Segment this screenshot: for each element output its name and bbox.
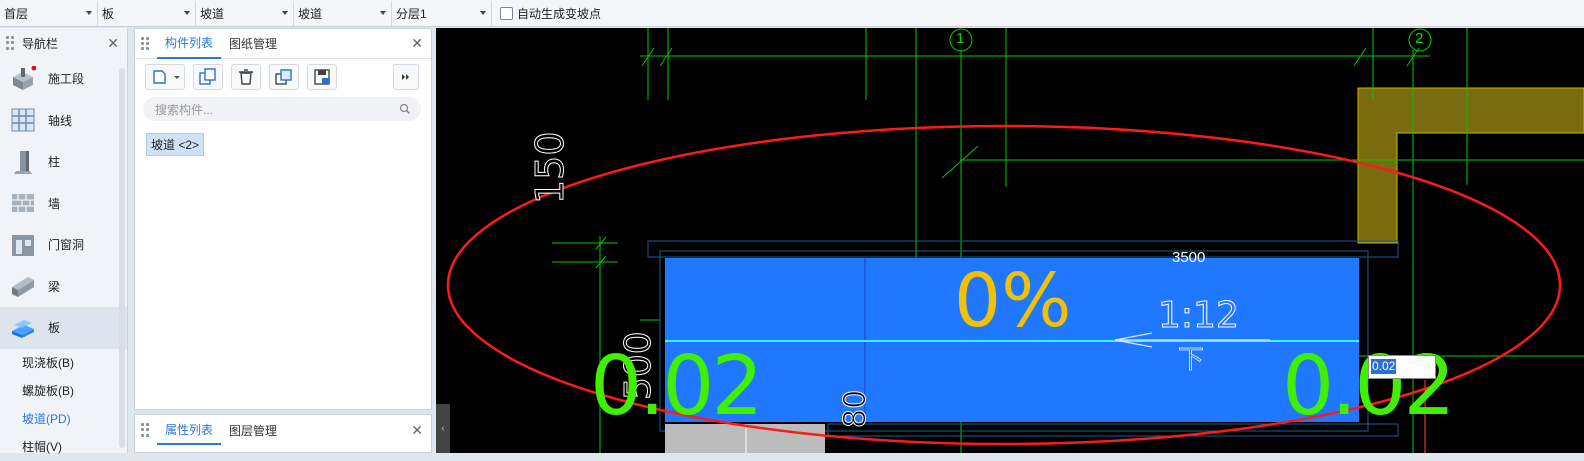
- layer-select-value: 分层1: [396, 6, 427, 21]
- navigation-scrollbar[interactable]: [119, 68, 125, 448]
- chevron-down-icon: [480, 10, 486, 15]
- component-search[interactable]: 搜索构件...: [143, 97, 421, 121]
- chevron-down-icon: [184, 10, 190, 15]
- auto-slope-point-option[interactable]: 自动生成变坡点: [500, 5, 601, 22]
- nav-item-label: 板: [48, 321, 61, 336]
- auto-slope-point-checkbox[interactable]: [500, 6, 513, 20]
- property-panel: 属性列表 图层管理 ✕: [134, 414, 432, 453]
- component-list-panel: 构件列表 图纸管理 ✕ 搜索构件... 坡道 <2>: [134, 28, 432, 410]
- tab-component-list[interactable]: 构件列表: [157, 29, 222, 59]
- drawing-canvas[interactable]: 1 2 3500 150 500 0% 1:12 下 0.02 0.02 80: [436, 28, 1584, 453]
- navigation-panel-title: 导航栏: [22, 36, 59, 51]
- axis-label-1: 1: [956, 30, 965, 47]
- axis-label-2: 2: [1415, 30, 1424, 47]
- nav-item-slab[interactable]: 板: [0, 307, 127, 349]
- nav-item-label: 轴线: [48, 113, 73, 128]
- category-select[interactable]: 板: [98, 0, 196, 26]
- nav-item-label: 柱: [48, 155, 61, 170]
- category-select-value: 板: [102, 6, 115, 21]
- component-list-item[interactable]: 坡道 <2>: [146, 133, 205, 156]
- component-select[interactable]: 坡道: [294, 0, 392, 26]
- property-panel-tabs: 属性列表 图层管理 ✕: [135, 415, 431, 445]
- nav-item-door-window[interactable]: 门窗洞: [0, 224, 127, 266]
- wall-icon: [10, 190, 36, 216]
- dimension-bottom-80: 80: [838, 389, 874, 428]
- nav-item-wall[interactable]: 墙: [0, 183, 127, 225]
- new-component-button[interactable]: [145, 64, 185, 90]
- door-window-icon: [10, 232, 36, 258]
- component-panel-tabs: 构件列表 图纸管理 ✕: [135, 29, 431, 59]
- nav-item-label: 施工段: [48, 72, 85, 87]
- close-icon[interactable]: ✕: [411, 422, 423, 439]
- sub-item-spiral-slab[interactable]: 螺旋板(B): [0, 377, 127, 405]
- floor-select[interactable]: 首层: [0, 0, 98, 26]
- navigation-panel: 导航栏 ✕ 施工段 轴线 柱 墙 门窗洞 梁 板 现浇板(B) 螺旋板(B) 坡…: [0, 28, 128, 454]
- sub-item-ramp[interactable]: 坡道(PD): [0, 405, 127, 433]
- slope-ratio: 1:12: [1158, 295, 1240, 336]
- tab-layer-management[interactable]: 图层管理: [221, 415, 285, 445]
- nav-item-beam[interactable]: 梁: [0, 266, 127, 308]
- chevron-down-icon: [86, 10, 92, 15]
- tab-drawing-management[interactable]: 图纸管理: [221, 29, 285, 59]
- slope-percent: 0%: [954, 258, 1072, 344]
- sub-item-cast-slab[interactable]: 现浇板(B): [0, 349, 127, 377]
- top-toolbar: 首层 板 坡道 坡道 分层1 自动生成变坡点: [0, 0, 1584, 27]
- column-shape: [1357, 87, 1584, 244]
- layer-select[interactable]: 分层1: [392, 0, 492, 26]
- dimension-top: 3500: [1172, 249, 1206, 266]
- elevation-left: 0.02: [590, 339, 764, 434]
- beam-icon: [10, 273, 36, 299]
- nav-item-grid-axis[interactable]: 轴线: [0, 100, 127, 142]
- floor-select-value: 首层: [4, 6, 29, 21]
- search-icon: [399, 103, 410, 114]
- delete-component-button[interactable]: [231, 64, 261, 90]
- slab-icon: [10, 315, 36, 341]
- drag-grip-icon[interactable]: [141, 423, 149, 437]
- chevron-down-icon: [380, 10, 386, 15]
- copy-component-button[interactable]: [193, 64, 223, 90]
- nav-item-column[interactable]: 柱: [0, 141, 127, 183]
- construction-segment-icon: [10, 65, 37, 92]
- nav-item-construction-segment[interactable]: 施工段: [0, 58, 127, 100]
- type-select[interactable]: 坡道: [196, 0, 294, 26]
- component-search-placeholder: 搜索构件...: [155, 102, 214, 117]
- component-toolbar: [135, 59, 431, 95]
- more-tools-button[interactable]: [393, 64, 419, 90]
- column-icon: [10, 149, 36, 175]
- type-select-value: 坡道: [200, 6, 225, 21]
- duplicate-layer-button[interactable]: [269, 64, 299, 90]
- elevation-input[interactable]: 0.02: [1368, 355, 1436, 379]
- drag-grip-icon[interactable]: [141, 36, 149, 51]
- save-component-button[interactable]: [307, 64, 337, 90]
- close-icon[interactable]: ✕: [411, 35, 423, 52]
- down-label: 下: [1178, 344, 1205, 374]
- component-select-value: 坡道: [298, 6, 323, 21]
- close-icon[interactable]: ✕: [107, 35, 119, 52]
- drag-grip-icon[interactable]: [6, 36, 14, 50]
- sub-item-column-cap[interactable]: 柱帽(V): [0, 433, 127, 461]
- grid-axis-icon: [10, 107, 36, 133]
- elevation-input-value: 0.02: [1371, 359, 1397, 374]
- auto-slope-point-label: 自动生成变坡点: [517, 6, 602, 21]
- tab-property-list[interactable]: 属性列表: [157, 415, 222, 445]
- nav-item-label: 墙: [48, 196, 61, 211]
- collapse-panel-handle[interactable]: ‹: [436, 404, 450, 453]
- chevron-down-icon: [282, 10, 288, 15]
- dimension-left-150: 150: [528, 131, 573, 205]
- nav-item-label: 门窗洞: [48, 238, 85, 253]
- nav-item-label: 梁: [48, 279, 61, 294]
- navigation-panel-header: 导航栏 ✕: [0, 28, 127, 58]
